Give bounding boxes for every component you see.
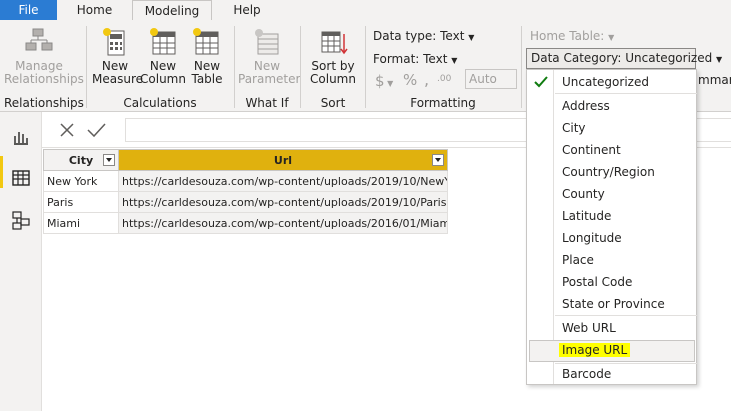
group-formatting-label: Formatting (410, 96, 476, 110)
menu-item-web-url[interactable]: Web URL (562, 321, 616, 335)
sort-icon (317, 26, 349, 58)
chevron-down-icon: ▼ (384, 79, 394, 88)
view-nav (0, 112, 42, 411)
cell-city[interactable]: Paris (43, 191, 119, 213)
checkmark-icon (533, 74, 549, 93)
filter-dropdown-icon[interactable] (103, 154, 115, 166)
menu-item-latitude[interactable]: Latitude (562, 209, 611, 223)
filter-dropdown-icon[interactable] (432, 154, 444, 166)
data-view-icon[interactable] (6, 163, 36, 193)
checkmark-icon[interactable] (85, 120, 107, 140)
menu-item-city[interactable]: City (562, 121, 586, 135)
home-table-dropdown[interactable]: Home Table: ▼ (530, 29, 614, 43)
column-header-city[interactable]: City (43, 149, 119, 171)
sort-by-column-label: Sort by Column (310, 59, 356, 86)
decimal-places-input[interactable]: Auto (465, 69, 517, 89)
group-whatif-label: What If (245, 96, 289, 110)
menu-item-address[interactable]: Address (562, 99, 610, 113)
cell-url[interactable]: https://carldesouza.com/wp-content/uploa… (118, 170, 448, 192)
cell-city[interactable]: New York (43, 170, 119, 192)
group-relationships-label: Relationships (4, 96, 84, 110)
tab-home[interactable]: Home (57, 0, 132, 20)
home-table-label: Home Table: (530, 29, 605, 43)
group-divider (365, 26, 366, 108)
comma-button[interactable]: , (424, 70, 429, 89)
data-category-label: Data Category: Uncategorized (531, 51, 713, 65)
tab-file[interactable]: File (0, 0, 57, 20)
decimal-places-value: Auto (469, 72, 497, 86)
menu-item-place[interactable]: Place (562, 253, 594, 267)
chevron-down-icon: ▼ (468, 33, 475, 42)
format-dropdown[interactable]: Format: Text ▼ (373, 52, 457, 66)
new-column-icon (147, 26, 179, 58)
group-divider (300, 26, 301, 108)
close-icon[interactable] (57, 120, 77, 140)
table-row: Miami https://carldesouza.com/wp-content… (43, 212, 448, 234)
menu-item-county[interactable]: County (562, 187, 605, 201)
relationships-icon (23, 26, 55, 58)
cell-url[interactable]: https://carldesouza.com/wp-content/uploa… (118, 212, 448, 234)
data-category-menu: Uncategorized Address City Continent Cou… (526, 69, 697, 385)
data-category-dropdown[interactable]: Data Category: Uncategorized ▼ (526, 48, 722, 69)
menu-icon-strip (527, 70, 554, 384)
menu-divider (555, 93, 697, 94)
format-label: Format: Text (373, 52, 448, 66)
menu-item-continent[interactable]: Continent (562, 143, 621, 157)
table-row: Paris https://carldesouza.com/wp-content… (43, 191, 448, 213)
new-measure-label: New Measure (92, 59, 143, 86)
column-header-url[interactable]: Url (118, 149, 448, 171)
new-parameter-label: New Parameter (238, 59, 301, 86)
currency-button[interactable]: $ ▼ (375, 72, 393, 90)
manage-relationships-label: Manage Relationships (4, 59, 84, 86)
chevron-down-icon: ▼ (608, 33, 615, 42)
new-column-label: New Column (140, 59, 186, 86)
sort-by-column-button[interactable]: Sort by Column (304, 26, 362, 86)
new-table-button[interactable]: New Table (186, 26, 228, 86)
new-measure-button[interactable]: New Measure (92, 26, 143, 86)
report-view-icon[interactable] (6, 122, 36, 152)
cell-url[interactable]: https://carldesouza.com/wp-content/uploa… (118, 191, 448, 213)
percent-button[interactable]: % (403, 71, 417, 89)
group-divider (234, 26, 235, 108)
new-column-button[interactable]: New Column (140, 26, 186, 86)
new-table-label: New Table (191, 59, 223, 86)
chevron-down-icon: ▼ (451, 56, 458, 65)
dollar-icon: $ (375, 72, 385, 90)
summarization-label: mmariz (698, 73, 731, 87)
new-table-icon (191, 26, 223, 58)
menu-item-barcode[interactable]: Barcode (562, 367, 611, 381)
group-divider (521, 26, 522, 108)
menu-divider (555, 363, 697, 364)
tab-modeling[interactable]: Modeling (132, 0, 212, 21)
menu-item-longitude[interactable]: Longitude (562, 231, 622, 245)
parameter-icon (251, 26, 283, 58)
menu-item-country-region[interactable]: Country/Region (562, 165, 655, 179)
model-view-icon[interactable] (6, 205, 36, 235)
column-header-label: Url (273, 153, 293, 167)
menu-item-postal-code[interactable]: Postal Code (562, 275, 632, 289)
menu-item-state-or-province[interactable]: State or Province (562, 297, 665, 311)
ribbon-tab-bar: File Home Modeling Help (0, 0, 731, 21)
new-parameter-button[interactable]: New Parameter (238, 26, 301, 86)
menu-item-uncategorized[interactable]: Uncategorized (562, 75, 649, 89)
data-type-label: Data type: Text (373, 29, 465, 43)
tab-help[interactable]: Help (212, 0, 282, 20)
group-divider (86, 26, 87, 108)
data-table: City Url New York https://carldesouza.co… (43, 149, 448, 234)
group-sort-label: Sort (320, 96, 346, 110)
column-header-label: City (68, 153, 94, 167)
table-row: New York https://carldesouza.com/wp-cont… (43, 170, 448, 192)
menu-item-image-url-label: Image URL (559, 343, 631, 357)
cell-city[interactable]: Miami (43, 212, 119, 234)
menu-divider (555, 315, 697, 316)
data-type-dropdown[interactable]: Data type: Text ▼ (373, 29, 474, 43)
group-calculations-label: Calculations (123, 96, 197, 110)
manage-relationships-button[interactable]: Manage Relationships (4, 26, 84, 86)
nav-selection-indicator (0, 156, 3, 188)
decimals-button[interactable]: .00 (437, 74, 451, 84)
calculator-icon (99, 26, 131, 58)
menu-item-image-url[interactable]: Image URL (559, 343, 631, 357)
chevron-down-icon: ▼ (716, 55, 723, 64)
